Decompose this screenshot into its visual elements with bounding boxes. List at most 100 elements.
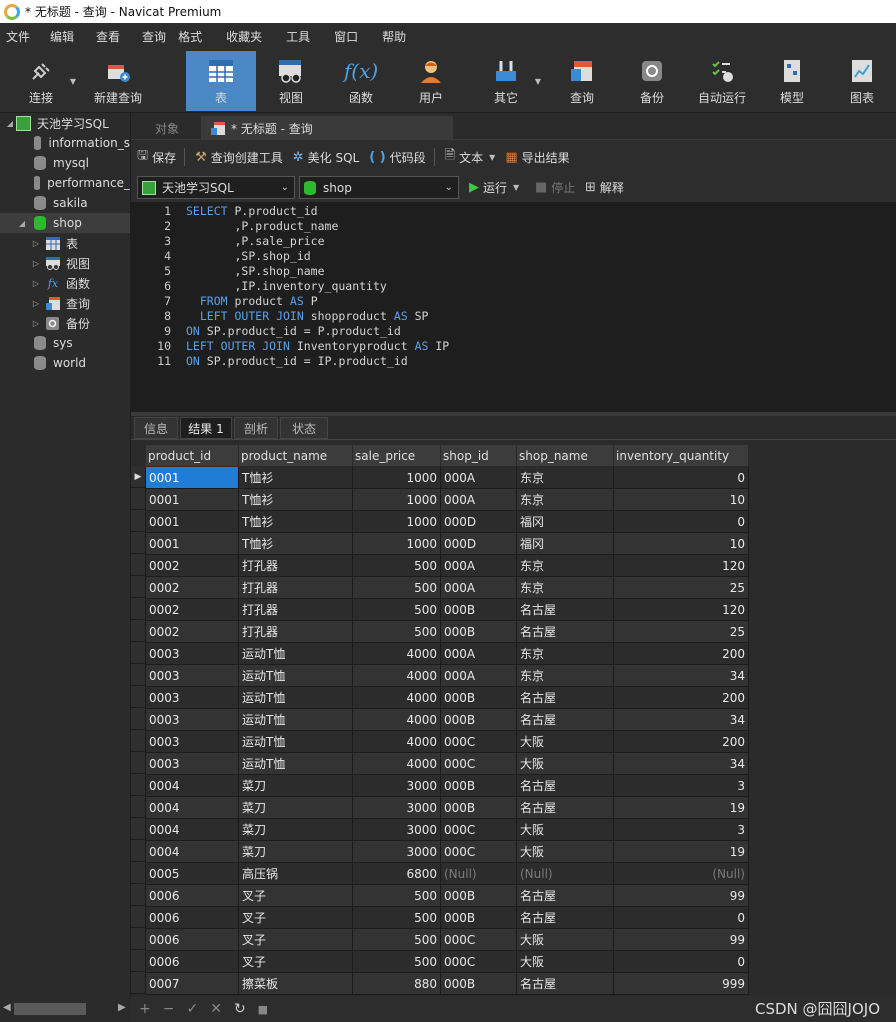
cell-shop-name[interactable]: 东京	[516, 664, 614, 687]
cell-product-name[interactable]: 叉子	[238, 950, 353, 973]
cell-product-name[interactable]: 运动T恤	[238, 686, 353, 709]
cell-shop-id[interactable]: 000B	[440, 686, 517, 709]
cell-product-id[interactable]: 0006	[145, 950, 239, 973]
table-row[interactable]: 0006 叉子 500 000B 名古屋 0	[145, 906, 749, 929]
cell-product-id[interactable]: 0004	[145, 818, 239, 841]
cell-inventory-quantity[interactable]: 0	[613, 950, 749, 973]
column-header-product-name[interactable]: product_name	[238, 444, 353, 467]
cell-shop-id[interactable]: 000B	[440, 708, 517, 731]
cell-product-name[interactable]: 打孔器	[238, 620, 353, 643]
cell-inventory-quantity[interactable]: 120	[613, 598, 749, 621]
cell-product-name[interactable]: T恤衫	[238, 532, 353, 555]
row-marker[interactable]	[131, 906, 145, 928]
cell-shop-id[interactable]: 000D	[440, 510, 517, 533]
stop-icon[interactable]: ■	[258, 1003, 268, 1016]
cell-sale-price[interactable]: 500	[352, 884, 441, 907]
cell-shop-id[interactable]: 000B	[440, 774, 517, 797]
cell-product-id[interactable]: 0003	[145, 730, 239, 753]
cell-shop-name[interactable]: 东京	[516, 488, 614, 511]
column-header-product-id[interactable]: product_id	[145, 444, 239, 467]
row-marker[interactable]	[131, 884, 145, 906]
cell-shop-name[interactable]: 名古屋	[516, 906, 614, 929]
cell-product-id[interactable]: 0002	[145, 598, 239, 621]
cell-sale-price[interactable]: 6800	[352, 862, 441, 885]
cell-sale-price[interactable]: 500	[352, 950, 441, 973]
cell-product-id[interactable]: 0001	[145, 466, 239, 489]
cell-shop-id[interactable]: 000A	[440, 642, 517, 665]
collapse-arrow-icon[interactable]: ◢	[16, 219, 28, 228]
cell-shop-id[interactable]: 000C	[440, 752, 517, 775]
run-button[interactable]: ▶ 运行 ▼	[469, 179, 519, 196]
cell-inventory-quantity[interactable]: 200	[613, 642, 749, 665]
tab-query[interactable]: * 无标题 - 查询	[201, 116, 453, 140]
cell-sale-price[interactable]: 4000	[352, 664, 441, 687]
table-row[interactable]: 0006 叉子 500 000B 名古屋 99	[145, 884, 749, 907]
tab-result-1[interactable]: 结果 1	[180, 417, 232, 439]
menu-help[interactable]: 帮助	[376, 28, 412, 45]
beautify-sql-button[interactable]: ✲ 美化 SQL	[293, 149, 359, 166]
cell-shop-name[interactable]: 名古屋	[516, 774, 614, 797]
row-marker[interactable]	[131, 642, 145, 664]
cell-inventory-quantity[interactable]: 3	[613, 774, 749, 797]
tree-db-shop[interactable]: ◢ shop	[0, 213, 130, 233]
row-marker[interactable]	[131, 818, 145, 840]
tab-profile[interactable]: 剖析	[234, 417, 278, 439]
sql-code[interactable]: SELECT P.product_id ,P.product_name ,P.s…	[186, 204, 449, 369]
cell-product-name[interactable]: 运动T恤	[238, 642, 353, 665]
cell-product-name[interactable]: 菜刀	[238, 774, 353, 797]
cell-product-id[interactable]: 0003	[145, 642, 239, 665]
menu-file[interactable]: 文件	[0, 28, 36, 45]
cell-shop-name[interactable]: 大阪	[516, 818, 614, 841]
cell-inventory-quantity[interactable]: 200	[613, 730, 749, 753]
table-row[interactable]: 0001 T恤衫 1000 000D 福冈 0	[145, 510, 749, 533]
save-button[interactable]: 🖫 保存	[137, 146, 176, 168]
tree-db-mysql[interactable]: mysql	[0, 153, 130, 173]
table-row[interactable]: 0006 叉子 500 000C 大阪 0	[145, 950, 749, 973]
cell-sale-price[interactable]: 500	[352, 554, 441, 577]
cell-sale-price[interactable]: 4000	[352, 752, 441, 775]
chart-button[interactable]: 图表	[837, 51, 887, 111]
cell-shop-name[interactable]: 名古屋	[516, 598, 614, 621]
cell-shop-name[interactable]: 东京	[516, 576, 614, 599]
query-builder-button[interactable]: ⚒ 查询创建工具	[195, 149, 283, 166]
cell-sale-price[interactable]: 4000	[352, 730, 441, 753]
table-row[interactable]: 0004 菜刀 3000 000C 大阪 19	[145, 840, 749, 863]
cell-inventory-quantity[interactable]: 34	[613, 752, 749, 775]
cell-shop-id[interactable]: 000A	[440, 466, 517, 489]
cell-product-id[interactable]: 0001	[145, 532, 239, 555]
cell-shop-id[interactable]: 000B	[440, 884, 517, 907]
cell-product-name[interactable]: 打孔器	[238, 554, 353, 577]
row-marker[interactable]	[131, 598, 145, 620]
cell-shop-name[interactable]: 福冈	[516, 532, 614, 555]
row-marker[interactable]	[131, 928, 145, 950]
cell-sale-price[interactable]: 500	[352, 620, 441, 643]
cell-sale-price[interactable]: 500	[352, 598, 441, 621]
row-marker[interactable]	[131, 576, 145, 598]
cell-shop-id[interactable]: 000B	[440, 620, 517, 643]
cell-sale-price[interactable]: 500	[352, 576, 441, 599]
cell-product-id[interactable]: 0003	[145, 708, 239, 731]
row-marker[interactable]	[131, 686, 145, 708]
collapse-arrow-icon[interactable]: ◢	[4, 119, 16, 128]
table-row[interactable]: 0004 菜刀 3000 000C 大阪 3	[145, 818, 749, 841]
row-marker[interactable]	[131, 774, 145, 796]
cell-product-name[interactable]: 菜刀	[238, 818, 353, 841]
apply-changes-icon[interactable]: ✓	[186, 1001, 198, 1017]
cell-product-name[interactable]: 运动T恤	[238, 708, 353, 731]
cell-shop-id[interactable]: 000B	[440, 598, 517, 621]
refresh-icon[interactable]: ↻	[234, 1001, 246, 1017]
tree-db-information-schema[interactable]: information_s	[0, 133, 130, 153]
tree-db-sys[interactable]: sys	[0, 333, 130, 353]
table-row[interactable]: 0004 菜刀 3000 000B 名古屋 3	[145, 774, 749, 797]
database-select[interactable]: shop ⌄	[299, 176, 459, 199]
cell-inventory-quantity[interactable]: 10	[613, 488, 749, 511]
cell-inventory-quantity[interactable]: 0	[613, 906, 749, 929]
tab-objects[interactable]: 对象	[145, 116, 189, 140]
cell-product-id[interactable]: 0003	[145, 752, 239, 775]
menu-window[interactable]: 窗口	[328, 28, 364, 45]
sql-editor[interactable]: 1 2 3 4 5 6 7 8 9 10 11 SELECT P.product_id ,P.pro…	[131, 202, 896, 412]
cell-product-id[interactable]: 0002	[145, 576, 239, 599]
cell-shop-name[interactable]: 大阪	[516, 752, 614, 775]
scroll-left-icon[interactable]: ◀	[3, 1002, 11, 1013]
cell-product-id[interactable]: 0004	[145, 840, 239, 863]
